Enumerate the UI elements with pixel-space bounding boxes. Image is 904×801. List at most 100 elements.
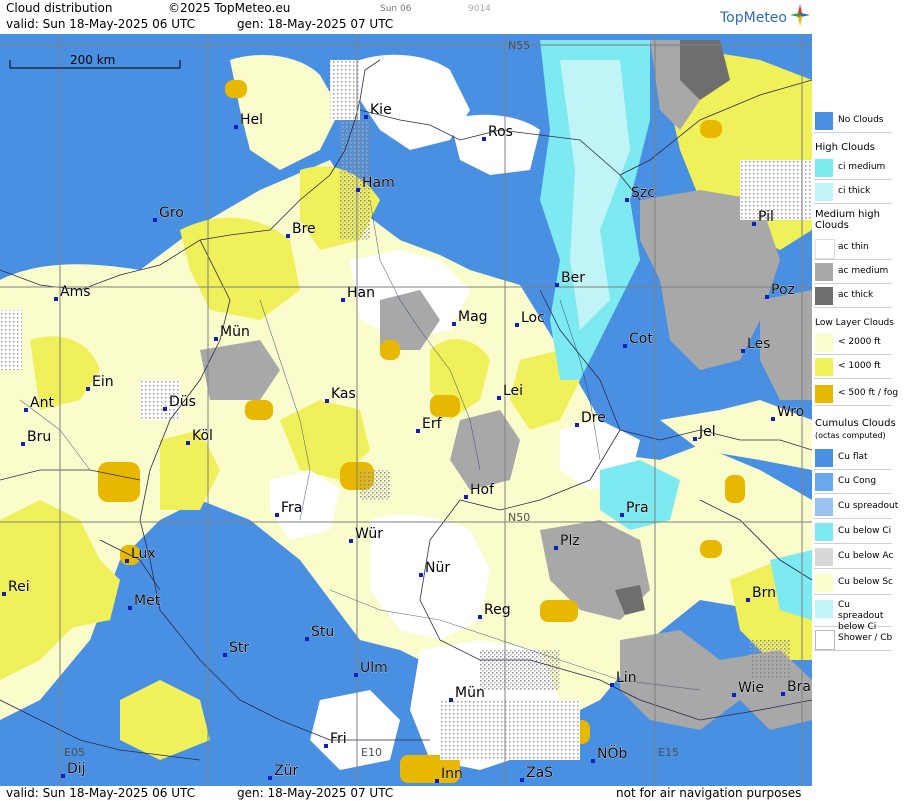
brand-logo-text: TopMeteo <box>720 10 787 26</box>
city-label: Nür <box>425 560 450 576</box>
city-label: ZaS <box>526 765 553 781</box>
city-marker <box>2 592 6 596</box>
grid-label-n50: N50 <box>508 511 530 524</box>
low-500-swatch <box>815 385 833 403</box>
legend-cu-spreadout: Cu spreadout <box>814 496 898 519</box>
city-marker <box>555 283 559 287</box>
map-header: Cloud distribution ©2025 TopMeteo.eu Sun… <box>0 0 812 34</box>
no-clouds-swatch <box>815 112 833 130</box>
grid-label-e15: E15 <box>658 746 679 759</box>
cloud-map[interactable]: N55 N50 E05 E10 E15 200 km Hel Kie Ros Ham S… <box>0 34 812 786</box>
cu-spread-ci-swatch <box>815 600 833 618</box>
city-marker <box>515 323 519 327</box>
scale-label: 200 km <box>70 53 115 67</box>
footer-valid-time: valid: Sun 18-May-2025 06 UTC <box>6 786 195 800</box>
legend-ac-thin: ac thin <box>814 237 892 260</box>
city-label: Erf <box>422 416 443 432</box>
legend-panel: No Clouds High Clouds ci medium ci thick… <box>812 0 904 801</box>
city-marker <box>781 692 785 696</box>
city-marker <box>419 573 423 577</box>
city-label: Mün <box>220 324 250 340</box>
city-marker <box>153 218 157 222</box>
medium-clouds-title: Medium high Clouds <box>815 209 880 231</box>
city-marker <box>354 673 358 677</box>
city-marker <box>765 295 769 299</box>
city-marker <box>625 198 629 202</box>
map-footer: valid: Sun 18-May-2025 06 UTC gen: 18-Ma… <box>0 786 812 801</box>
city-label: Les <box>747 336 770 352</box>
low-clouds-title: Low Layer Clouds <box>815 318 894 328</box>
city-label: Bru <box>27 429 51 445</box>
city-label: Dre <box>581 410 606 426</box>
city-label: Düs <box>169 394 196 410</box>
city-marker <box>435 779 439 783</box>
city-marker <box>623 344 627 348</box>
legend-no-clouds: No Clouds <box>814 110 892 133</box>
ac-thick-swatch <box>815 287 833 305</box>
city-label: Ant <box>30 395 54 411</box>
valid-time: valid: Sun 18-May-2025 06 UTC <box>6 17 195 31</box>
city-label: Brn <box>752 585 776 601</box>
city-label: Lin <box>616 670 637 686</box>
city-label: Wie <box>738 680 764 696</box>
ac-thin-label: ac thin <box>838 242 869 252</box>
city-marker <box>610 683 614 687</box>
city-marker <box>214 337 218 341</box>
city-label: Met <box>134 593 161 609</box>
city-marker <box>341 298 345 302</box>
legend-ci-thick: ci thick <box>814 181 892 204</box>
city-label: Loc <box>521 310 545 326</box>
city-marker <box>186 441 190 445</box>
cu-flat-label: Cu flat <box>838 452 868 462</box>
map-title: Cloud distribution <box>6 1 113 15</box>
city-marker <box>449 698 453 702</box>
city-marker <box>61 774 65 778</box>
legend-low-2000: < 2000 ft <box>814 332 892 355</box>
city-label: Hof <box>470 482 495 498</box>
city-label: Gro <box>159 205 184 221</box>
city-marker <box>741 349 745 353</box>
compass-logo-icon <box>790 4 810 26</box>
city-marker <box>497 396 501 400</box>
city-label: Pra <box>626 500 649 516</box>
city-marker <box>591 759 595 763</box>
city-marker <box>478 615 482 619</box>
cumulus-title: Cumulus Clouds <box>815 418 896 429</box>
cumulus-subtitle: (octas computed) <box>815 431 886 440</box>
city-label: Mag <box>458 309 488 325</box>
cu-spreadout-swatch <box>815 498 833 516</box>
city-label: Fri <box>330 731 347 747</box>
city-label: Köl <box>192 428 213 444</box>
city-marker <box>364 115 368 119</box>
cu-cong-label: Cu Cong <box>838 476 877 486</box>
city-label: Lei <box>503 383 523 399</box>
legend-cu-flat: Cu flat <box>814 447 892 470</box>
city-marker <box>305 637 309 641</box>
city-label: NÖb <box>597 744 627 762</box>
legend-ac-thick: ac thick <box>814 285 892 308</box>
city-label: Mün <box>455 685 485 701</box>
city-marker <box>520 778 524 782</box>
city-marker <box>125 559 129 563</box>
ci-medium-swatch <box>815 159 833 177</box>
cu-below-ci-label: Cu below Ci <box>838 526 892 536</box>
grid-label-e05: E05 <box>64 746 85 759</box>
legend-cu-spread-ci: Cu spreadout below Ci <box>814 598 892 632</box>
ci-thick-label: ci thick <box>838 186 871 196</box>
city-marker <box>349 539 353 543</box>
city-label: Ulm <box>360 660 388 676</box>
city-marker <box>223 653 227 657</box>
city-label: Lux <box>131 546 156 562</box>
city-marker <box>21 442 25 446</box>
city-label: Stu <box>311 624 334 640</box>
footer-generated-time: gen: 18-May-2025 07 UTC <box>237 786 394 800</box>
city-marker <box>86 387 90 391</box>
shower-label: Shower / Cb <box>838 633 893 643</box>
city-marker <box>771 417 775 421</box>
city-marker <box>482 137 486 141</box>
cu-below-sc-label: Cu below Sc <box>838 577 893 587</box>
cu-cong-swatch <box>815 473 833 491</box>
city-marker <box>746 598 750 602</box>
cu-spreadout-label: Cu spreadout <box>838 501 899 511</box>
city-label: Bre <box>292 221 316 237</box>
